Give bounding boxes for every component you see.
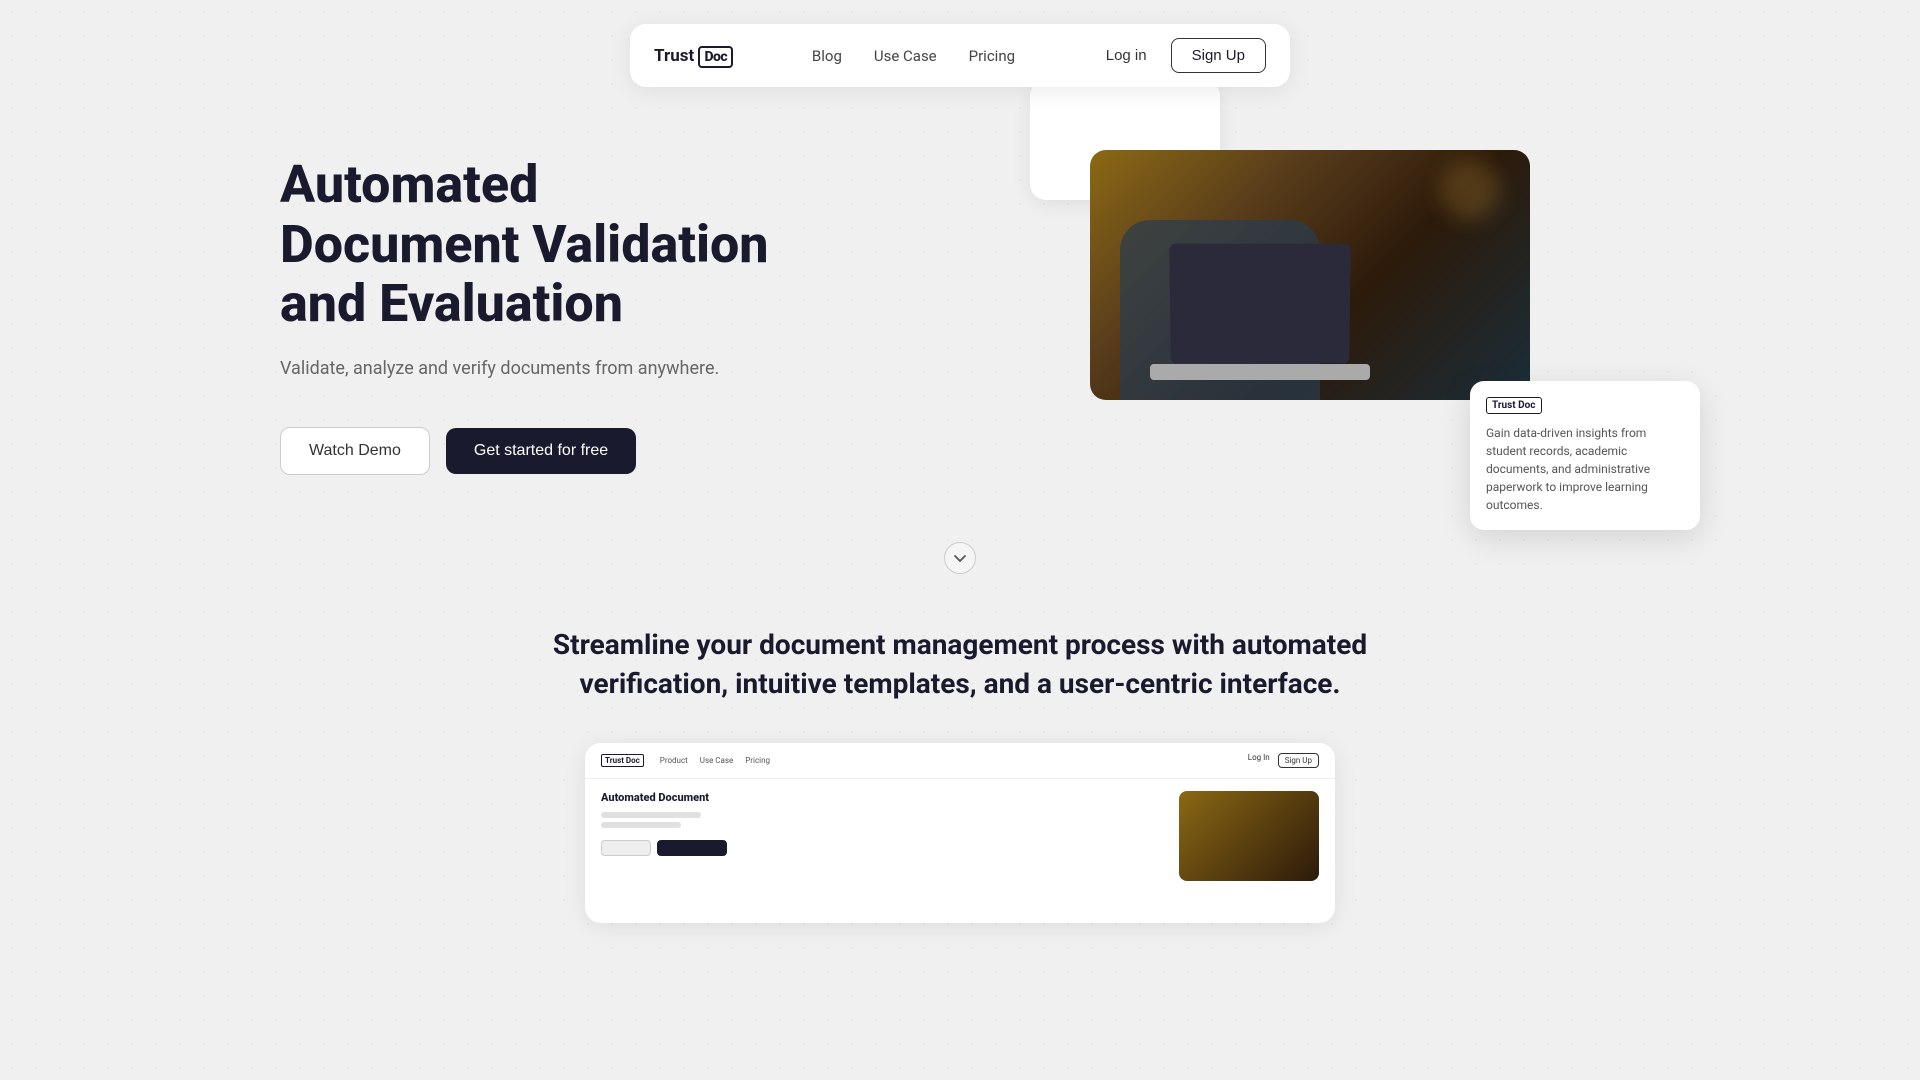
hero-image-area: Trust Doc Gain data-driven insights from… (1090, 80, 1590, 500)
info-card-text: Gain data-driven insights from student r… (1486, 424, 1684, 514)
second-section: Streamline your document management proc… (0, 585, 1920, 923)
nav-links: Blog Use Case Pricing (812, 47, 1015, 65)
hero-title: Automated Document Validation and Evalua… (280, 155, 770, 334)
preview-body: Automated Document (585, 779, 1335, 893)
logo[interactable]: Trust Doc (654, 46, 733, 66)
second-title: Streamline your document management proc… (510, 625, 1410, 703)
logo-text: Trust Doc (654, 46, 733, 66)
nav-link-usecase[interactable]: Use Case (874, 47, 937, 65)
preview-signup: Sign Up (1278, 753, 1319, 768)
preview-image (1179, 791, 1319, 881)
hero-buttons: Watch Demo Get started for free (280, 427, 770, 475)
navbar: Trust Doc Blog Use Case Pricing Log in S… (630, 24, 1290, 87)
nav-actions: Log in Sign Up (1094, 38, 1266, 73)
preview-card: Trust Doc Product Use Case Pricing Log I… (585, 743, 1335, 923)
watch-demo-button[interactable]: Watch Demo (280, 427, 430, 475)
preview-login: Log In (1248, 753, 1270, 768)
preview-nav-usecase: Use Case (700, 756, 733, 765)
info-card-logo: Trust Doc (1486, 397, 1542, 414)
nav-link-pricing[interactable]: Pricing (969, 47, 1015, 65)
preview-hero-title: Automated Document (601, 791, 1167, 805)
hero-photo (1090, 150, 1530, 400)
logo-box: Doc (698, 46, 733, 68)
preview-nav-actions: Log In Sign Up (1248, 753, 1319, 768)
preview-nav-links: Product Use Case Pricing (660, 756, 770, 765)
page-wrapper: Trust Doc Blog Use Case Pricing Log in S… (0, 0, 1920, 1080)
signup-button[interactable]: Sign Up (1171, 38, 1266, 73)
chevron-down-icon[interactable] (944, 542, 976, 574)
preview-nav-product: Product (660, 756, 688, 765)
preview-hero-text: Automated Document (601, 791, 1167, 881)
preview-nav: Trust Doc Product Use Case Pricing Log I… (585, 743, 1335, 779)
preview-nav-pricing: Pricing (745, 756, 770, 765)
hero-text: Automated Document Validation and Evalua… (280, 95, 770, 475)
chevron-svg (953, 551, 967, 565)
get-started-button[interactable]: Get started for free (446, 428, 636, 474)
preview-logo: Trust Doc (601, 754, 644, 767)
hero-subtitle: Validate, analyze and verify documents f… (280, 358, 770, 379)
nav-link-blog[interactable]: Blog (812, 47, 842, 65)
info-card: Trust Doc Gain data-driven insights from… (1470, 381, 1700, 530)
login-button[interactable]: Log in (1094, 41, 1159, 70)
